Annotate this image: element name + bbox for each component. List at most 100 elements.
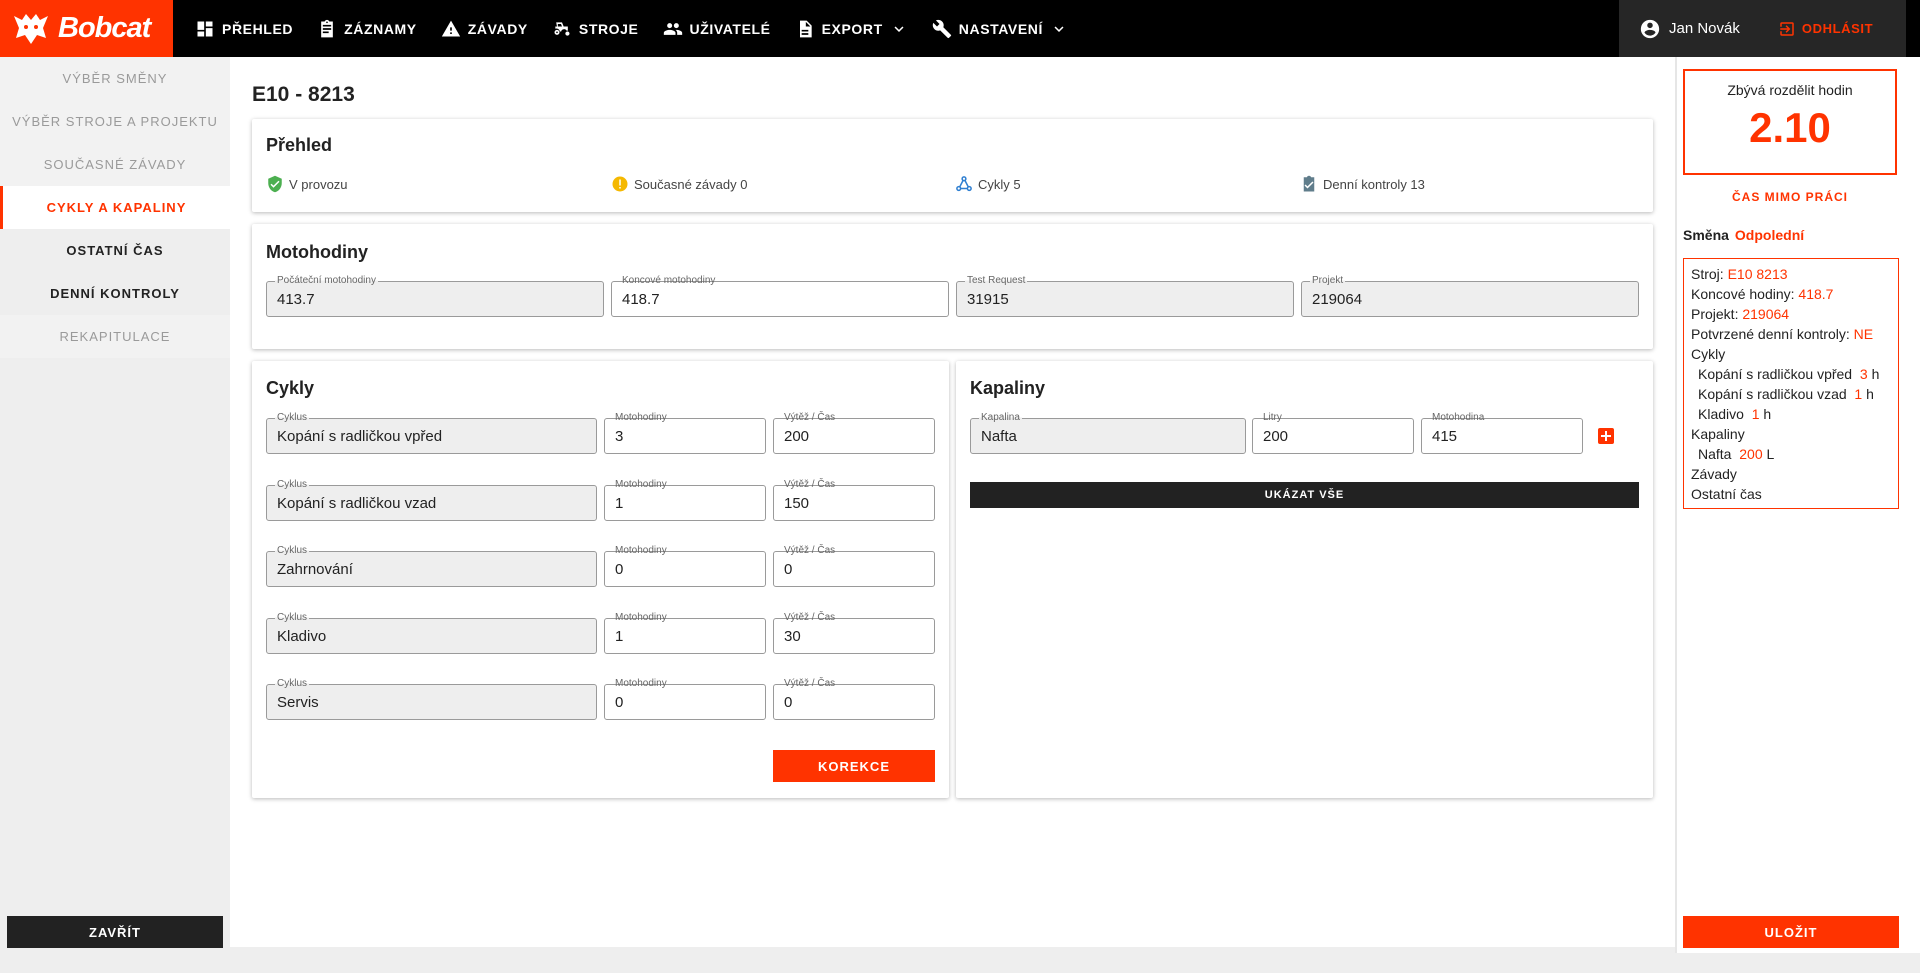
- step-current-faults[interactable]: SOUČASNÉ ZÁVADY: [0, 143, 230, 186]
- cycle-yield-input[interactable]: Výtěž / Čas 200: [773, 412, 935, 454]
- checklist-icon: [1303, 175, 1315, 192]
- file-icon: [799, 20, 812, 37]
- motohours-card: Motohodiny Počáteční motohodiny 413.7 Ko…: [252, 224, 1653, 349]
- field-label: Motohodiny: [613, 412, 669, 423]
- start-motohours-field: Počáteční motohodiny 413.7: [266, 275, 604, 317]
- fluid-motohour-input[interactable]: Motohodina 415: [1421, 412, 1583, 454]
- summary-other-time-heading: Ostatní čas: [1691, 486, 1762, 502]
- cycle-name-field[interactable]: Cyklus Zahrnování: [266, 545, 597, 587]
- cycle-hours-input[interactable]: Motohodiny 3: [604, 412, 766, 454]
- summary-cycle-row: Kladivo 1 h: [1691, 404, 1891, 424]
- daily-checks-text: Denní kontroly 13: [1323, 176, 1425, 192]
- field-label: Výtěž / Čas: [782, 412, 838, 423]
- summary-project: Projekt: 219064: [1691, 304, 1891, 324]
- cycle-name-field[interactable]: Cyklus Servis: [266, 678, 597, 720]
- cycle-graph-icon: [956, 176, 972, 192]
- summary-value: 1: [1751, 406, 1760, 422]
- fluid-liters-input[interactable]: Litry 200: [1252, 412, 1414, 454]
- field-value: Kladivo: [277, 628, 327, 645]
- field-label: Cyklus: [275, 412, 310, 423]
- summary-value: 200: [1739, 446, 1763, 462]
- remaining-hours-box: Zbývá rozdělit hodin 2.10: [1683, 69, 1897, 175]
- logout-button[interactable]: ODHLÁSIT: [1778, 20, 1873, 38]
- main-content: E10 - 8213 Přehled V provozu Současné zá…: [230, 57, 1675, 947]
- remaining-hours-value: 2.10: [1749, 104, 1831, 151]
- field-value: 0: [615, 694, 624, 711]
- nav-nastaveni[interactable]: NASTAVENÍ: [920, 0, 1080, 57]
- correction-button[interactable]: KOREKCE: [773, 750, 935, 782]
- cycle-name-field[interactable]: Cyklus Kladivo: [266, 612, 597, 654]
- nav-label: NASTAVENÍ: [958, 20, 1043, 37]
- summary-unit: L: [1766, 446, 1775, 462]
- time-off-button[interactable]: ČAS MIMO PRÁCI: [1683, 190, 1897, 204]
- field-label: Motohodiny: [613, 612, 669, 623]
- field-label: Cyklus: [275, 612, 310, 623]
- cycle-yield-input[interactable]: Výtěž / Čas 0: [773, 545, 935, 587]
- add-fluid-icon[interactable]: [1598, 428, 1614, 444]
- summary-value: 3: [1859, 366, 1868, 382]
- summary-cycle-row: Kopání s radličkou vzad 1 h: [1691, 384, 1891, 404]
- cycles-title: Cykly: [266, 378, 315, 398]
- summary-fluids-heading: Kapaliny: [1691, 426, 1745, 442]
- field-value: Servis: [277, 694, 319, 711]
- cycle-name-field[interactable]: Cyklus Kopání s radličkou vzad: [266, 479, 597, 521]
- nav-zavady[interactable]: ZÁVADY: [429, 0, 540, 57]
- chevron-down-icon: [894, 25, 904, 32]
- field-label: Cyklus: [275, 545, 310, 556]
- verified-shield-icon: [268, 175, 282, 193]
- nav-uzivatele[interactable]: UŽIVATELÉ: [651, 0, 783, 57]
- cycle-hours-input[interactable]: Motohodiny 0: [604, 678, 766, 720]
- summary-label: Nafta: [1698, 446, 1732, 462]
- user-menu[interactable]: Jan Novák: [1639, 18, 1740, 40]
- step-machine-project[interactable]: VÝBĚR STROJE A PROJEKTU: [0, 100, 230, 143]
- cycle-yield-input[interactable]: Výtěž / Čas 30: [773, 612, 935, 654]
- cycle-hours-input[interactable]: Motohodiny 1: [604, 479, 766, 521]
- clipboard-icon: [321, 19, 333, 37]
- nav-label: EXPORT: [821, 20, 883, 37]
- remaining-hours-label: Zbývá rozdělit hodin: [1727, 82, 1853, 98]
- field-label: Litry: [1261, 412, 1284, 423]
- nav-zaznamy[interactable]: ZÁZNAMY: [305, 0, 429, 57]
- brand-logo[interactable]: Bobcat: [0, 0, 173, 57]
- step-cycles-fluids[interactable]: CYKLY A KAPALINY: [0, 186, 230, 229]
- summary-label: Kladivo: [1698, 406, 1744, 422]
- logout-icon: [1780, 21, 1794, 36]
- cycle-hours-input[interactable]: Motohodiny 0: [604, 545, 766, 587]
- cycle-hours-input[interactable]: Motohodiny 1: [604, 612, 766, 654]
- cycles-stat: Cykly 5: [955, 175, 1021, 193]
- field-value: 415: [1432, 428, 1458, 445]
- main-nav: PŘEHLED ZÁZNAMY ZÁVADY STROJE UŽIVATELÉ …: [173, 0, 1080, 57]
- summary-label: Koncové hodiny:: [1691, 286, 1795, 302]
- fluid-type-field[interactable]: Kapalina Nafta: [970, 412, 1246, 454]
- step-shift-selection[interactable]: VÝBĚR SMĚNY: [0, 57, 230, 100]
- nav-prehled[interactable]: PŘEHLED: [183, 0, 305, 57]
- nav-export[interactable]: EXPORT: [783, 0, 920, 57]
- field-label: Motohodiny: [613, 545, 669, 556]
- field-label: Projekt: [1310, 275, 1346, 286]
- field-value: 0: [784, 561, 793, 578]
- step-recap[interactable]: REKAPITULACE: [0, 315, 230, 358]
- faults-text: Současné závady 0: [634, 176, 748, 192]
- step-daily-checks[interactable]: DENNÍ KONTROLY: [0, 272, 230, 315]
- field-value: 200: [1263, 428, 1289, 445]
- summary-end-hours: Koncové hodiny: 418.7: [1691, 284, 1891, 304]
- chevron-down-icon: [1054, 25, 1064, 32]
- cycle-yield-input[interactable]: Výtěž / Čas 150: [773, 479, 935, 521]
- nav-stroje[interactable]: STROJE: [540, 0, 651, 57]
- save-button[interactable]: ULOŽIT: [1683, 916, 1899, 948]
- cycles-text: Cykly 5: [978, 176, 1021, 192]
- recap-summary: Stroj: E10 8213 Koncové hodiny: 418.7 Pr…: [1683, 258, 1899, 509]
- show-all-button[interactable]: UKÁZAT VŠE: [970, 482, 1639, 508]
- end-motohours-input[interactable]: Koncové motohodiny 418.7: [611, 275, 949, 317]
- field-value: 30: [784, 628, 801, 645]
- shift-label: Směna: [1683, 227, 1729, 243]
- summary-value: 219064: [1742, 306, 1790, 322]
- field-label: Koncové motohodiny: [620, 275, 718, 286]
- cycle-yield-input[interactable]: Výtěž / Čas 0: [773, 678, 935, 720]
- close-button[interactable]: ZAVŘÍT: [7, 916, 223, 948]
- faults-stat: Současné závady 0: [611, 175, 747, 193]
- summary-value: NE: [1853, 326, 1874, 342]
- nav-label: ZÁZNAMY: [344, 20, 417, 37]
- cycle-name-field[interactable]: Cyklus Kopání s radličkou vpřed: [266, 412, 597, 454]
- step-other-time[interactable]: OSTATNÍ ČAS: [0, 229, 230, 272]
